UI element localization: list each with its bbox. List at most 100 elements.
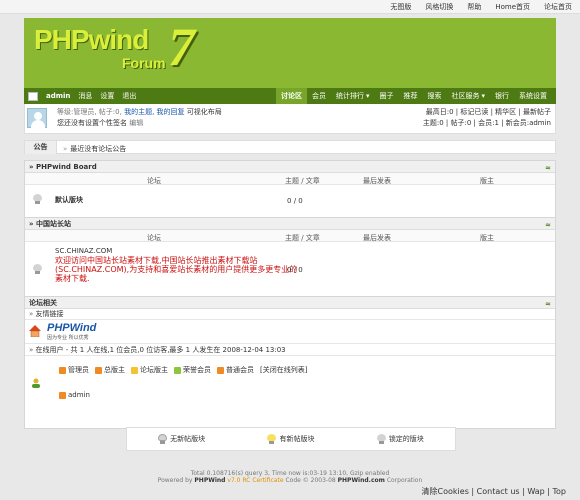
link-style-switch[interactable]: 风格切换 [425, 2, 453, 12]
nav-circles[interactable]: 圈子 [374, 91, 398, 101]
partner-logo[interactable]: PHPWind 因为专业 所以优秀 [47, 322, 96, 341]
nav-bank[interactable]: 银行 [490, 91, 514, 101]
legend-member: 普通会员 [217, 365, 254, 375]
online-users-row: 管理员 总版主 论坛版主 荣誉会员 普通会员 [关闭在线列表] admin [25, 356, 555, 410]
footer: Total 0.108716(s) query 3, Time now is:0… [0, 470, 580, 484]
ad-url[interactable]: SC.CHINAZ.COM [55, 247, 303, 255]
logo-text: PHPwind [34, 24, 149, 55]
close-online-list[interactable]: [关闭在线列表] [260, 365, 307, 375]
signature-text: 您还没有设置个性签名 [57, 119, 127, 127]
my-topics-link[interactable]: 我的主题, 我的回复 [124, 108, 184, 116]
category-phpwind-board: » PHPwind Board ≈ 论坛 主题 / 文章 最后发表 版主 默认版… [24, 160, 556, 218]
user-level: 等级:管理员, 帖子:0, [57, 108, 122, 116]
category-header: 论坛相关 ≈ [25, 297, 555, 309]
admin-group-icon [59, 391, 66, 399]
category-title[interactable]: » PHPwind Board [29, 163, 97, 171]
top-bar: 无图版 风格切换 帮助 Home首页 论坛首页 [0, 0, 580, 14]
logo-seven: 7 [168, 17, 195, 77]
top-links: 无图版 风格切换 帮助 Home首页 论坛首页 [390, 2, 572, 12]
forum-stats: 主题:0 | 帖子:0 | 会员:1 | 新会员:admin [422, 119, 551, 127]
legend-no-new: 无新帖版块 [158, 434, 205, 444]
chevron-down-icon: ▾ [481, 92, 485, 100]
edit-signature-link[interactable]: 编辑 [129, 119, 143, 127]
nav-members[interactable]: 会员 [307, 91, 331, 101]
category-header: » 中国站长站 ≈ [25, 218, 555, 230]
super-mod-group-icon [95, 366, 102, 374]
footer-links[interactable]: 清除Cookies | Contact us | Wap | Top [422, 486, 566, 497]
legend-locked: 锁定的版块 [376, 434, 424, 444]
collapse-icon[interactable]: ≈ [545, 298, 551, 310]
legend-new: 有新帖版块 [267, 434, 314, 444]
forum-name[interactable]: 默认版块 [55, 195, 83, 205]
forum-ad[interactable]: SC.CHINAZ.COM 欢迎访问中国站长站素材下载,中国站长站推出素材下载站… [55, 247, 303, 283]
forum-mod-group-icon [131, 366, 138, 374]
chevron-down-icon: ▾ [365, 92, 370, 100]
column-headers: 论坛 主题 / 文章 最后发表 版主 [25, 173, 555, 185]
banner: PHPwind Forum 7 [24, 17, 556, 88]
nav-discussion[interactable]: 讨论区 [275, 88, 307, 104]
username[interactable]: admin [46, 92, 70, 100]
avatar[interactable] [27, 108, 47, 128]
bulb-locked-icon [376, 434, 386, 444]
user-links: admin 消息 设置 退出 [28, 91, 136, 101]
link-help[interactable]: 帮助 [467, 2, 481, 12]
nav-system[interactable]: 系统设置 [514, 91, 552, 101]
link-logout[interactable]: 退出 [122, 91, 136, 101]
forum-quick-links[interactable]: 最高日:0 | 标记已读 | 精华区 | 最新帖子 [426, 107, 551, 117]
category-forum-related: 论坛相关 ≈ 友情链接 PHPWind 因为专业 所以优秀 在线用户 - 共 1… [24, 296, 556, 429]
nav-stats[interactable]: 统计排行 ▾ [331, 91, 375, 101]
legend-forum-mod: 论坛版主 [131, 365, 168, 375]
nav-services[interactable]: 社区服务 ▾ [446, 91, 490, 101]
legend-admin: 管理员 [59, 365, 89, 375]
visual-layout-link[interactable]: 可视化布局 [187, 108, 222, 116]
page-wrapper: PHPwind Forum 7 admin 消息 设置 退出 讨论区 会员 统计… [24, 17, 556, 429]
forum-row: SC.CHINAZ.COM 欢迎访问中国站长站素材下载,中国站长站推出素材下载站… [25, 242, 555, 302]
phpwind-logo[interactable]: PHPwind Forum 7 [34, 17, 195, 77]
online-users-line: 在线用户 - 共 1 人在线,1 位会员,0 位访客,最多 1 人发生在 200… [25, 344, 555, 356]
category-title[interactable]: » 中国站长站 [29, 220, 71, 228]
user-info-panel: 等级:管理员, 帖子:0, 我的主题, 我的回复 可视化布局 您还没有设置个性签… [24, 104, 556, 134]
online-user[interactable]: admin [59, 391, 90, 399]
bulb-yellow-icon [267, 434, 277, 444]
category-header: » PHPwind Board ≈ [25, 161, 555, 173]
legend-honor: 荣誉会员 [174, 365, 211, 375]
footer-powered: Powered by PHPWind v7.0 RC Certificate C… [157, 477, 423, 484]
forum-counts: 0 / 0 [287, 197, 303, 205]
home-icon [29, 325, 41, 338]
link-settings[interactable]: 设置 [100, 91, 114, 101]
logo-forum-text: Forum [122, 55, 166, 71]
bulb-grey-icon [158, 434, 168, 444]
signature: 您还没有设置个性签名 编辑 [57, 118, 143, 128]
legend-box: 无新帖版块 有新帖版块 锁定的版块 [126, 427, 456, 451]
forum-status-icon [33, 194, 42, 204]
honor-group-icon [174, 366, 181, 374]
online-users-icon [31, 378, 41, 388]
main-nav: admin 消息 设置 退出 讨论区 会员 统计排行 ▾ 圈子 推荐 搜索 社区服… [24, 88, 556, 104]
online-user-list: admin [59, 391, 90, 399]
friend-links-header: 友情链接 [25, 309, 555, 320]
nav-recommend[interactable]: 推荐 [398, 91, 422, 101]
legend-super-mod: 总版主 [95, 365, 125, 375]
category-chinaz: » 中国站长站 ≈ 论坛 主题 / 文章 最后发表 版主 SC.CHINAZ.C… [24, 217, 556, 303]
member-group-icon [217, 366, 224, 374]
forum-status-icon [33, 264, 42, 274]
footer-debug: Total 0.108716(s) query 3, Time now is:0… [190, 470, 390, 477]
column-headers: 论坛 主题 / 文章 最后发表 版主 [25, 230, 555, 242]
forum-counts: 0 / 0 [287, 266, 303, 274]
user-stats: 等级:管理员, 帖子:0, 我的主题, 我的回复 可视化布局 [57, 107, 222, 117]
link-forum-home[interactable]: 论坛首页 [544, 2, 572, 12]
link-messages[interactable]: 消息 [78, 91, 92, 101]
notice-text[interactable]: 最近没有论坛公告 [63, 144, 126, 154]
link-no-image[interactable]: 无图版 [390, 2, 411, 12]
nav-menu: 讨论区 会员 统计排行 ▾ 圈子 推荐 搜索 社区服务 ▾ 银行 系统设置 [275, 88, 552, 104]
category-title: 论坛相关 [29, 299, 57, 307]
ad-text: 欢迎访问中国站长站素材下载,中国站长站推出素材下载站(SC.CHINAZ.COM… [55, 256, 298, 283]
user-icon [28, 91, 38, 101]
admin-group-icon [59, 366, 66, 374]
notice-label: 公告 [25, 141, 57, 154]
notice-bar: 公告 最近没有论坛公告 [24, 140, 556, 154]
friend-links-row: PHPWind 因为专业 所以优秀 [25, 320, 555, 344]
link-home[interactable]: Home首页 [495, 2, 530, 12]
nav-search[interactable]: 搜索 [422, 91, 446, 101]
user-group-legend: 管理员 总版主 论坛版主 荣誉会员 普通会员 [关闭在线列表] [59, 365, 307, 375]
